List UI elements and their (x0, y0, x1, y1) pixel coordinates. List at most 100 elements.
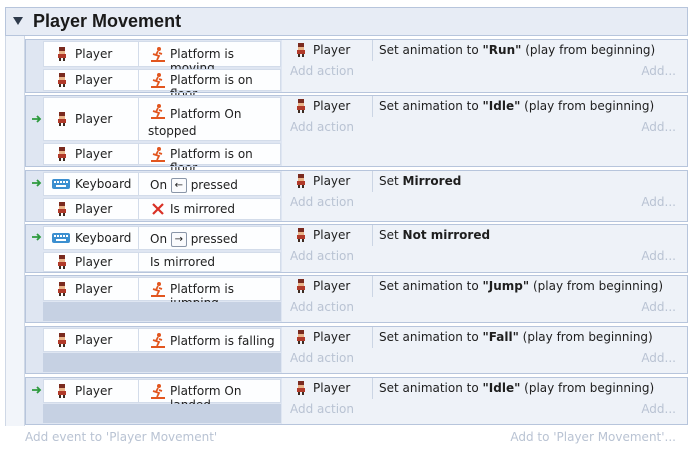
actions-column[interactable]: Player Set animation to "Idle" (play fro… (282, 377, 688, 425)
condition-row[interactable]: Player Platform On landed (43, 379, 281, 412)
condition-row[interactable]: Player Platform is moving (43, 41, 281, 75)
action-text[interactable]: Set animation to "Jump" (play from begin… (379, 278, 663, 294)
action-text[interactable]: Set animation to "Idle" (play from begin… (379, 98, 654, 114)
add-action-row[interactable]: Add action Add... (282, 246, 688, 268)
action-row[interactable]: Player Set animation to "Jump" (play fro… (282, 275, 688, 297)
object-cell[interactable]: Player (282, 326, 373, 348)
object-cell[interactable]: Player (44, 144, 139, 164)
object-cell[interactable]: Player (44, 278, 139, 300)
add-more-link[interactable]: Add... (641, 195, 676, 209)
add-more-link[interactable]: Add... (641, 120, 676, 134)
object-cell[interactable]: Keyboard (44, 227, 139, 249)
condition-row[interactable]: Keyboard On ← pressed (43, 172, 281, 196)
condition-row[interactable]: Keyboard On → pressed (43, 226, 281, 250)
object-cell[interactable]: Player (44, 70, 139, 90)
conditions-column[interactable]: Keyboard On ← pressed Player Is mirrored (25, 170, 282, 222)
event-block[interactable]: Keyboard On ← pressed Player Is mirrored (25, 170, 688, 222)
add-more-link[interactable]: Add... (641, 300, 676, 314)
actions-column[interactable]: Player Set animation to "Jump" (play fro… (282, 275, 688, 323)
conditions-column[interactable]: Player Platform is moving Player Platfor… (25, 39, 282, 101)
actions-column[interactable]: Player Set animation to "Fall" (play fro… (282, 326, 688, 374)
conditions-column[interactable]: Player Platform On landed (25, 377, 282, 425)
event-block[interactable]: Keyboard On → pressed Player Is mirrored (25, 224, 688, 273)
condition-row[interactable]: Player Platform is falling (43, 328, 281, 352)
add-action-link[interactable]: Add action (290, 64, 354, 78)
object-cell[interactable]: Player (282, 377, 373, 399)
add-to-group-link[interactable]: Add to 'Player Movement'... (510, 430, 676, 444)
condition-text-cell[interactable]: Platform is on floor (142, 70, 278, 101)
condition-text-cell[interactable]: On → pressed (142, 227, 278, 249)
add-more-link[interactable]: Add... (641, 249, 676, 263)
action-row[interactable]: Player Set animation to "Fall" (play fro… (282, 326, 688, 348)
actions-column[interactable]: Player Set animation to "Run" (play from… (282, 39, 688, 93)
actions-column[interactable]: Player Set Mirrored Add action Add... (282, 170, 688, 222)
condition-text-cell[interactable]: Is mirrored (142, 199, 278, 219)
condition-row[interactable]: Player Platform is on floor (43, 143, 281, 175)
add-action-row[interactable]: Add action Add... (282, 348, 688, 370)
add-action-link[interactable]: Add action (290, 249, 354, 263)
add-action-link[interactable]: Add action (290, 351, 354, 365)
object-cell[interactable]: Player (44, 329, 139, 351)
event-block[interactable]: Player Platform is falling Player Set an… (25, 326, 688, 374)
object-cell[interactable]: Player (44, 98, 139, 140)
action-row[interactable]: Player Set Mirrored (282, 170, 688, 192)
actions-column[interactable]: Player Set animation to "Idle" (play fro… (282, 95, 688, 167)
add-action-row[interactable]: Add action Add... (282, 399, 688, 421)
group-header[interactable]: Player Movement (5, 7, 688, 36)
condition-row[interactable]: Player Platform is on floor (43, 69, 281, 101)
object-cell[interactable]: Player (282, 275, 373, 297)
event-block[interactable]: Player Platform is jumping Player Set an… (25, 275, 688, 323)
object-cell[interactable]: Player (44, 199, 139, 219)
object-cell[interactable]: Player (282, 95, 373, 117)
condition-row[interactable]: Player Is mirrored (43, 198, 281, 220)
object-cell[interactable]: Player (44, 42, 139, 66)
empty-condition-area[interactable] (43, 353, 281, 372)
action-text[interactable]: Set animation to "Fall" (play from begin… (379, 329, 653, 345)
condition-text-cell[interactable]: On ← pressed (142, 173, 278, 195)
add-action-row[interactable]: Add action Add... (282, 117, 688, 139)
condition-text-cell[interactable]: Platform is on floor (142, 144, 278, 175)
conditions-column[interactable]: Player Platform is jumping (25, 275, 282, 323)
empty-condition-area[interactable] (43, 302, 281, 321)
add-more-link[interactable]: Add... (641, 402, 676, 416)
action-text[interactable]: Set Not mirrored (379, 227, 490, 243)
condition-text-cell[interactable]: Platform is moving (142, 42, 278, 75)
actions-column[interactable]: Player Set Not mirrored Add action Add..… (282, 224, 688, 273)
add-more-link[interactable]: Add... (641, 351, 676, 365)
action-row[interactable]: Player Set Not mirrored (282, 224, 688, 246)
add-action-link[interactable]: Add action (290, 120, 354, 134)
add-action-row[interactable]: Add action Add... (282, 297, 688, 319)
condition-row[interactable]: Player Platform is jumping (43, 277, 281, 310)
condition-row[interactable]: Player Platform On stopped (43, 97, 281, 141)
collapse-chevron-icon[interactable] (13, 17, 23, 25)
conditions-column[interactable]: Player Platform is falling (25, 326, 282, 374)
condition-row[interactable]: Player Is mirrored (43, 252, 281, 272)
object-cell[interactable]: Player (44, 380, 139, 402)
condition-text-cell[interactable]: Platform On stopped (142, 98, 278, 140)
object-cell[interactable]: Player (282, 224, 373, 246)
object-cell[interactable]: Player (282, 170, 373, 192)
add-action-link[interactable]: Add action (290, 300, 354, 314)
condition-text-cell[interactable]: Platform is jumping (142, 278, 278, 310)
condition-text-cell[interactable]: Is mirrored (142, 253, 278, 271)
action-row[interactable]: Player Set animation to "Run" (play from… (282, 39, 688, 61)
event-block[interactable]: Player Platform On stopped Player Platfo… (25, 95, 688, 175)
condition-text-cell[interactable]: Platform On landed (142, 380, 278, 412)
empty-condition-area[interactable] (43, 404, 281, 423)
add-more-link[interactable]: Add... (641, 64, 676, 78)
object-cell[interactable]: Player (44, 253, 139, 271)
action-row[interactable]: Player Set animation to "Idle" (play fro… (282, 95, 688, 117)
conditions-column[interactable]: Player Platform On stopped Player Platfo… (25, 95, 282, 175)
add-action-link[interactable]: Add action (290, 402, 354, 416)
event-block[interactable]: Player Platform is moving Player Platfor… (25, 39, 688, 101)
action-text[interactable]: Set Mirrored (379, 173, 461, 189)
action-row[interactable]: Player Set animation to "Idle" (play fro… (282, 377, 688, 399)
event-block[interactable]: Player Platform On landed Player Set ani… (25, 377, 688, 425)
action-text[interactable]: Set animation to "Idle" (play from begin… (379, 380, 654, 396)
conditions-column[interactable]: Keyboard On → pressed Player Is mirrored (25, 224, 282, 273)
object-cell[interactable]: Keyboard (44, 173, 139, 195)
object-cell[interactable]: Player (282, 39, 373, 61)
add-action-row[interactable]: Add action Add... (282, 192, 688, 214)
add-action-row[interactable]: Add action Add... (282, 61, 688, 83)
add-event-link[interactable]: Add event to 'Player Movement' (25, 430, 217, 444)
